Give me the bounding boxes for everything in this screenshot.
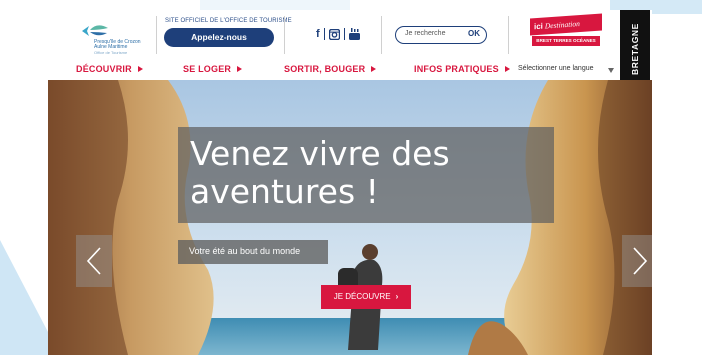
destination-title: ici Destination [530,13,602,36]
language-select[interactable]: Sélectionner une langue [518,65,594,72]
arrow-right-icon [371,66,377,72]
nav-item-label: INFOS PRATIQUES [414,64,499,74]
search-submit-button[interactable]: OK [468,29,480,38]
chevron-down-icon[interactable] [608,68,614,73]
divider [508,16,509,54]
fish-logo-icon [82,25,108,36]
destination-ici: ici [534,21,543,32]
arrow-right-icon [137,66,143,72]
destination-word: Destination [544,19,580,31]
nav-item-label: SORTIR, BOUGER [284,64,366,74]
chevron-left-icon [86,247,101,275]
main-nav: DÉCOUVRIR SE LOGER SORTIR, BOUGER INFOS … [48,60,620,80]
divider [156,16,157,54]
divider [381,16,382,54]
nav-item-label: SE LOGER [183,64,232,74]
logo-text: Office de Tourisme [94,50,128,55]
chevron-right-icon: › [395,292,399,301]
hero-headline: Venez vivre des aventures ! [190,134,450,211]
search-field[interactable]: Je recherche OK [395,26,487,44]
arrow-right-icon [237,66,243,72]
instagram-icon[interactable] [328,28,340,40]
destination-brest-badge[interactable]: ici Destination BREST TERRES OCÉANES [530,13,602,48]
nav-item-decouvrir[interactable]: DÉCOUVRIR [76,64,143,74]
arrow-right-icon [504,66,510,72]
nav-item-infos-pratiques[interactable]: INFOS PRATIQUES [414,64,510,74]
previous-slide-button[interactable] [76,235,112,287]
official-site-label: SITE OFFICIEL DE L'OFFICE DE TOURISME [165,18,292,24]
call-us-button[interactable]: Appelez-nous [164,28,274,47]
divider [323,28,325,40]
nav-item-se-loger[interactable]: SE LOGER [183,64,243,74]
chevron-right-icon [633,247,648,275]
social-links: f [316,27,360,41]
search-input[interactable]: Je recherche [405,30,445,37]
site-header: Presqu'île de Crozon Aulne Maritime Offi… [48,10,652,60]
bretagne-banner[interactable]: BRETAGNE [620,10,650,94]
divider [284,16,285,54]
divider [343,28,345,40]
discover-button-label: JE DÉCOUVRE [333,292,391,301]
nav-item-sortir-bouger[interactable]: SORTIR, BOUGER [284,64,377,74]
background-decoration [200,0,350,10]
youtube-icon[interactable] [348,28,360,40]
discover-button[interactable]: JE DÉCOUVRE › [321,285,411,309]
subtitle-panel: Votre été au bout du monde [178,240,328,264]
nav-item-label: DÉCOUVRIR [76,64,132,74]
site-logo[interactable]: Presqu'île de Crozon Aulne Maritime Offi… [80,20,150,55]
headline-panel: Venez vivre des aventures ! [178,127,554,223]
destination-region: BREST TERRES OCÉANES [532,36,600,46]
hero-subtitle: Votre été au bout du monde [189,246,301,256]
facebook-icon[interactable]: f [316,27,320,41]
next-slide-button[interactable] [622,235,652,287]
hero-slider: Venez vivre des aventures ! Votre été au… [48,80,652,355]
bretagne-label: BRETAGNE [630,23,640,75]
